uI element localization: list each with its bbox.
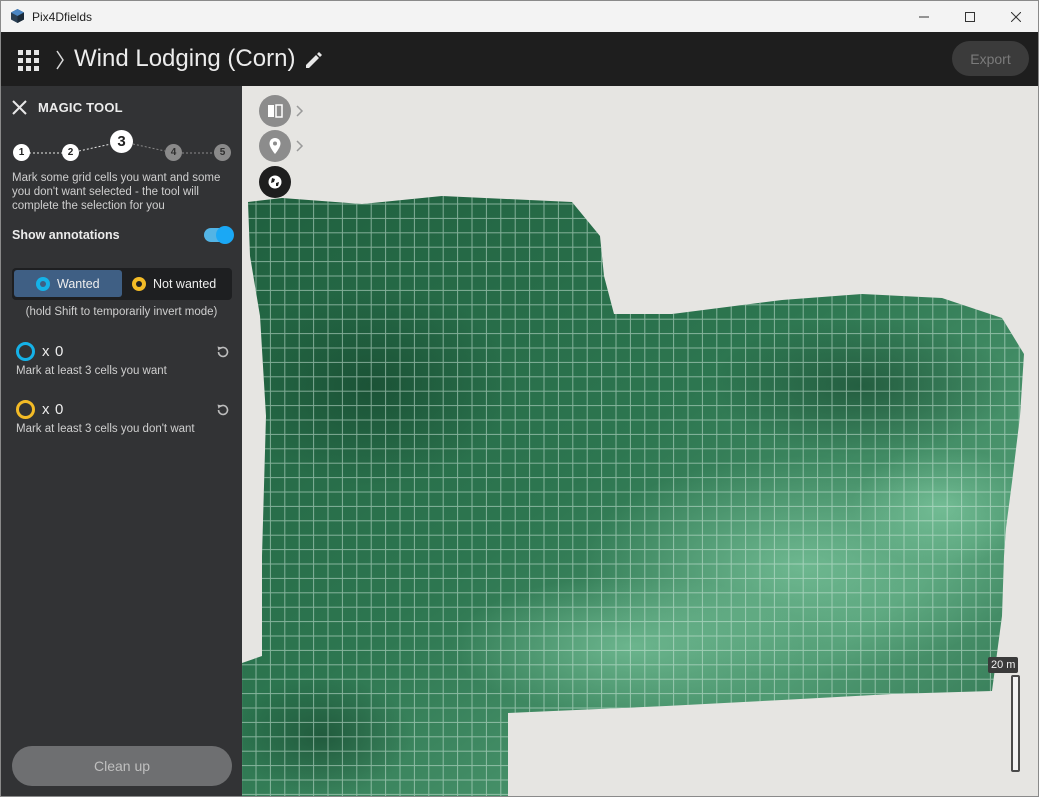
wanted-dot-icon bbox=[36, 276, 50, 291]
app-logo-icon bbox=[11, 9, 24, 23]
mode-selector: Wanted Not wanted bbox=[12, 268, 232, 300]
wanted-mode-button[interactable]: Wanted bbox=[14, 270, 122, 297]
not-wanted-count-hint: Mark at least 3 cells you don't want bbox=[16, 423, 195, 435]
globe-icon bbox=[268, 175, 282, 189]
pencil-edit-icon[interactable] bbox=[303, 49, 325, 71]
wanted-count-hint: Mark at least 3 cells you want bbox=[16, 365, 167, 377]
field-orthomosaic[interactable] bbox=[242, 86, 1038, 797]
clean-up-button[interactable]: Clean up bbox=[12, 746, 232, 786]
not-wanted-mode-button[interactable]: Not wanted bbox=[126, 270, 230, 297]
step-4: 4 bbox=[165, 144, 182, 161]
maximize-icon bbox=[965, 11, 975, 22]
location-pin-icon bbox=[269, 138, 281, 154]
window-title: Pix4Dfields bbox=[32, 10, 93, 24]
chevron-right-icon bbox=[56, 50, 64, 70]
close-panel-icon[interactable] bbox=[11, 99, 28, 116]
wanted-count-row: x 0 bbox=[16, 341, 236, 361]
location-chevron-icon[interactable] bbox=[296, 140, 304, 152]
project-title: Wind Lodging (Corn) bbox=[74, 45, 296, 72]
minimize-icon bbox=[919, 16, 929, 17]
not-wanted-count-value: 0 bbox=[55, 401, 64, 418]
reset-not-wanted-icon[interactable] bbox=[215, 402, 231, 418]
shift-hint: (hold Shift to temporarily invert mode) bbox=[25, 306, 218, 318]
app-header: Wind Lodging (Corn) Export bbox=[1, 32, 1038, 86]
not-wanted-dot-icon bbox=[132, 276, 146, 291]
export-button[interactable]: Export bbox=[952, 41, 1029, 76]
wanted-label: Wanted bbox=[57, 276, 100, 291]
split-view-icon bbox=[268, 104, 283, 118]
step-2: 2 bbox=[62, 144, 79, 161]
wanted-ring-icon bbox=[16, 342, 35, 361]
reset-wanted-icon[interactable] bbox=[215, 344, 231, 360]
step-1: 1 bbox=[13, 144, 30, 161]
not-wanted-count-x: x bbox=[42, 401, 50, 418]
instructions-text: Mark some grid cells you want and some y… bbox=[12, 172, 221, 212]
step-5: 5 bbox=[214, 144, 231, 161]
split-view-button[interactable] bbox=[259, 95, 291, 127]
toggle-knob bbox=[216, 226, 234, 244]
show-annotations-label: Show annotations bbox=[12, 228, 120, 242]
wanted-count-value: 0 bbox=[55, 343, 64, 360]
show-annotations-toggle[interactable] bbox=[204, 226, 234, 244]
step-indicator: 1 2 3 4 5 bbox=[1, 128, 242, 164]
apps-grid-icon[interactable] bbox=[18, 50, 39, 71]
not-wanted-label: Not wanted bbox=[153, 276, 217, 291]
not-wanted-count-row: x 0 bbox=[16, 399, 236, 419]
maximize-button[interactable] bbox=[947, 1, 993, 32]
not-wanted-ring-icon bbox=[16, 400, 35, 419]
map-view[interactable]: 20 m bbox=[242, 86, 1038, 797]
location-button[interactable] bbox=[259, 130, 291, 162]
app-window: Pix4Dfields Wind Lodging (Corn) Export M… bbox=[0, 0, 1039, 797]
scale-label: 20 m bbox=[988, 657, 1019, 673]
split-view-chevron-icon[interactable] bbox=[296, 105, 304, 117]
scale-bar bbox=[1011, 675, 1020, 772]
close-window-button[interactable] bbox=[993, 1, 1038, 32]
title-bar: Pix4Dfields bbox=[1, 1, 1038, 32]
globe-button[interactable] bbox=[259, 166, 291, 198]
step-3: 3 bbox=[110, 130, 133, 153]
close-icon bbox=[1011, 11, 1021, 22]
wanted-count-x: x bbox=[42, 343, 50, 360]
minimize-button[interactable] bbox=[901, 1, 947, 32]
magic-tool-panel: MAGIC TOOL 1 2 3 4 5 Mark some grid cell… bbox=[1, 86, 242, 796]
panel-title: MAGIC TOOL bbox=[38, 100, 123, 115]
